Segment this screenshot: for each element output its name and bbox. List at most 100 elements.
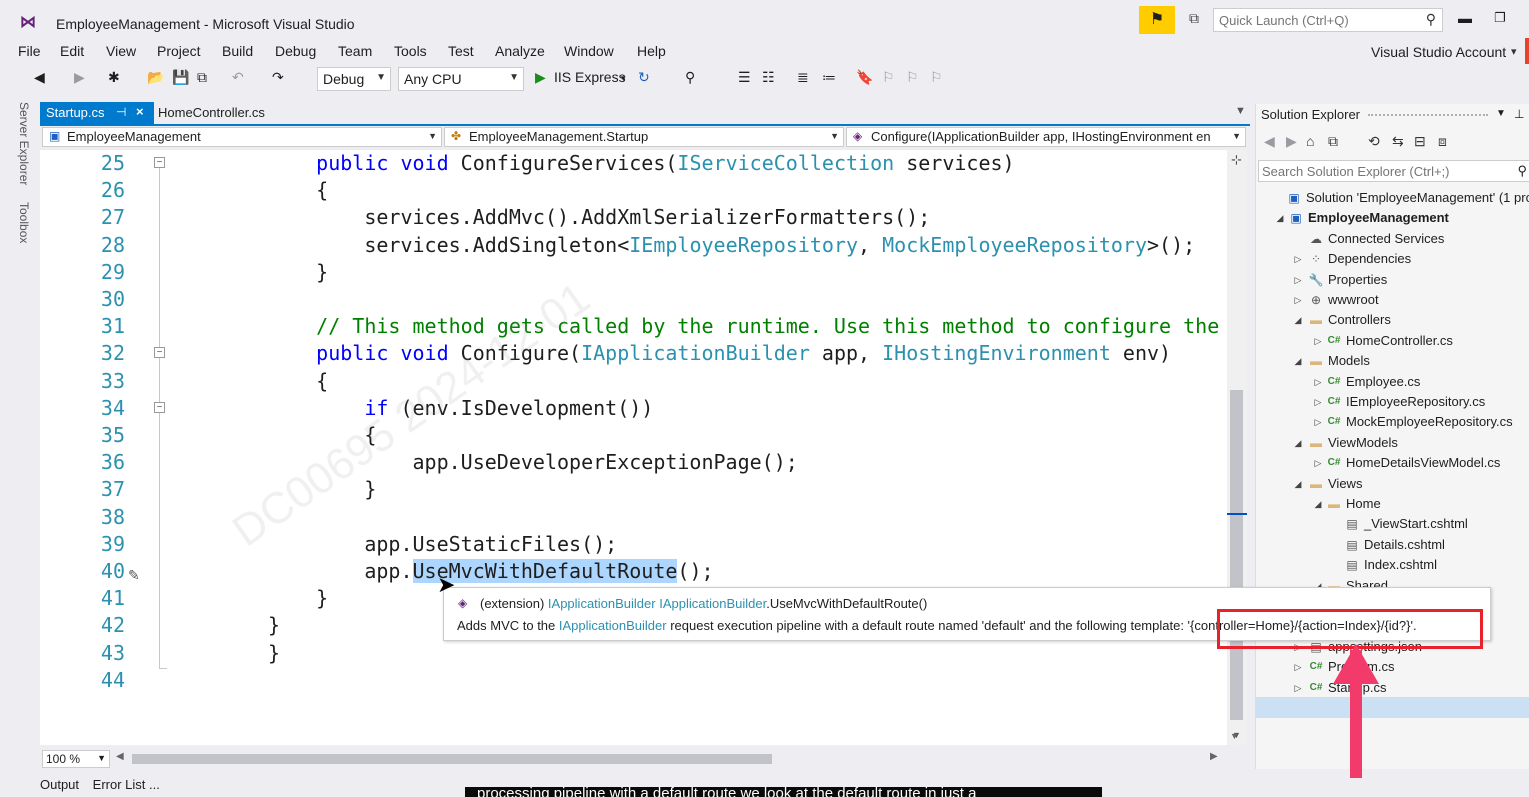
configuration-dropdown[interactable]: Debug ▼ (317, 67, 391, 91)
close-icon[interactable]: × (136, 104, 144, 119)
tree-item[interactable]: ◢ ▬ Views (1256, 474, 1529, 494)
tab-output[interactable]: Output (40, 777, 79, 792)
back-icon[interactable]: ◀ (1264, 133, 1275, 150)
tree-item[interactable]: ▷ 🔧 Properties (1256, 270, 1529, 290)
code-line[interactable]: 44 (40, 667, 1227, 694)
expand-arrow-icon[interactable]: ▷ (1292, 657, 1304, 677)
code-line[interactable]: 26 { (40, 177, 1227, 204)
redo-icon[interactable]: ↷ (272, 69, 284, 86)
scrollbar-thumb[interactable] (1230, 390, 1243, 720)
chevron-down-icon[interactable]: ▼ (1496, 108, 1506, 119)
expand-arrow-icon[interactable]: ▷ (1312, 392, 1324, 412)
save-all-icon[interactable]: ⧉ (197, 69, 207, 86)
collapse-arrow-icon[interactable]: ◢ (1312, 494, 1324, 514)
maximize-button[interactable]: ❐ (1490, 10, 1510, 30)
quick-actions-pencil-icon[interactable]: ✎ (128, 567, 140, 584)
expand-arrow-icon[interactable]: ▷ (1292, 678, 1304, 698)
scroll-right-icon[interactable]: ▶ (1210, 751, 1218, 762)
editor-vertical-scrollbar[interactable]: ⊹ ▼ (1227, 150, 1247, 745)
tree-item[interactable]: ◢ ▬ Models (1256, 351, 1529, 371)
account-label[interactable]: Visual Studio Account (1371, 44, 1506, 60)
tab-overflow-icon[interactable]: ▼ (1235, 105, 1246, 117)
project-dropdown[interactable]: ▣ EmployeeManagement ▼ (42, 127, 442, 147)
code-line[interactable]: 28 services.AddSingleton<IEmployeeReposi… (40, 232, 1227, 259)
tree-item[interactable]: ▷ C# Employee.cs (1256, 372, 1529, 392)
solution-search-input[interactable] (1259, 161, 1499, 181)
indent-icon[interactable]: ≣ (797, 69, 809, 86)
expand-arrow-icon[interactable]: ▷ (1292, 249, 1304, 269)
tree-item[interactable]: ▷ C# HomeController.cs (1256, 331, 1529, 351)
collapse-arrow-icon[interactable]: ◢ (1292, 474, 1304, 494)
quick-launch-input[interactable] (1214, 9, 1414, 31)
tree-item[interactable]: ◢ ▣ EmployeeManagement (1256, 208, 1529, 228)
collapse-arrow-icon[interactable]: ◢ (1274, 208, 1286, 228)
platform-dropdown[interactable]: Any CPU ▼ (398, 67, 524, 91)
chevron-down-icon[interactable]: ▾ (1511, 45, 1517, 58)
find-icon[interactable]: ⚲ (685, 69, 695, 86)
notification-flag-icon[interactable]: ⚑ (1139, 6, 1175, 34)
code-editor[interactable]: 25 − public void ConfigureServices(IServi… (40, 150, 1227, 745)
split-window-icon[interactable]: ⊹ (1231, 152, 1242, 168)
quick-launch-box[interactable]: ⚲ (1213, 8, 1443, 32)
navigate-forward-icon[interactable]: ▶ (74, 69, 85, 86)
pending-changes-icon[interactable]: ⟲ (1368, 133, 1380, 150)
uncomment-icon[interactable]: ☷ (762, 69, 775, 86)
comment-icon[interactable]: ☰ (738, 69, 751, 86)
menu-edit[interactable]: Edit (60, 43, 84, 59)
tab-error-list[interactable]: Error List ... (93, 777, 160, 792)
tree-item[interactable]: ▤ Index.cshtml (1256, 555, 1529, 575)
outdent-icon[interactable]: ≔ (822, 69, 836, 86)
menu-build[interactable]: Build (222, 43, 253, 59)
tree-item[interactable]: ▷C#Program.cs (1256, 657, 1529, 677)
undo-icon[interactable]: ↶ (232, 69, 244, 86)
collapse-icon[interactable]: − (154, 157, 165, 168)
bookmark-icon[interactable]: 🔖 (856, 69, 873, 86)
pin-icon[interactable]: ⊥ (1514, 107, 1524, 121)
scroll-left-icon[interactable]: ◀ (116, 751, 124, 762)
run-target-label[interactable]: IIS Express (554, 69, 626, 85)
tree-item[interactable]: ◢ ▬ Controllers (1256, 310, 1529, 330)
menu-project[interactable]: Project (157, 43, 201, 59)
menu-help[interactable]: Help (637, 43, 666, 59)
tree-item[interactable]: ▤ Details.cshtml (1256, 535, 1529, 555)
menu-analyze[interactable]: Analyze (495, 43, 545, 59)
code-line[interactable]: 40 app.UseMvcWithDefaultRoute(); (40, 558, 1227, 585)
expand-arrow-icon[interactable]: ▷ (1292, 270, 1304, 290)
code-line[interactable]: 31 // This method gets called by the run… (40, 313, 1227, 340)
clear-bookmarks-icon[interactable]: ⚐ (930, 69, 943, 86)
chevron-down-icon[interactable]: ▾ (621, 73, 626, 84)
solution-search-box[interactable]: ⚲ (1258, 160, 1529, 182)
menu-window[interactable]: Window (564, 43, 614, 59)
menu-view[interactable]: View (106, 43, 136, 59)
tree-item[interactable]: ▷ C# MockEmployeeRepository.cs (1256, 412, 1529, 432)
tree-item[interactable]: ▣ Solution 'EmployeeManagement' (1 pro (1256, 188, 1529, 208)
minimize-button[interactable]: ▬ (1455, 10, 1475, 30)
tree-item[interactable]: ▷ C# HomeDetailsViewModel.cs (1256, 453, 1529, 473)
pin-icon[interactable]: ⊣ (116, 105, 126, 119)
new-project-icon[interactable]: ✱ (108, 69, 120, 86)
type-link[interactable]: IApplicationBuilder (548, 596, 656, 611)
expand-arrow-icon[interactable]: ▷ (1312, 453, 1324, 473)
navigate-back-icon[interactable]: ◀ (34, 69, 45, 86)
refresh-icon[interactable]: ↻ (638, 69, 650, 86)
menu-debug[interactable]: Debug (275, 43, 316, 59)
code-line[interactable]: 27 services.AddMvc().AddXmlSerializerFor… (40, 204, 1227, 231)
tab-homecontroller-cs[interactable]: HomeController.cs (158, 105, 265, 120)
menu-tools[interactable]: Tools (394, 43, 427, 59)
expand-arrow-icon[interactable]: ▷ (1312, 412, 1324, 432)
expand-arrow-icon[interactable]: ▷ (1312, 331, 1324, 351)
menu-team[interactable]: Team (338, 43, 372, 59)
scroll-down-icon[interactable]: ▼ (1230, 731, 1239, 741)
tree-item[interactable]: ◢ ▬ Home (1256, 494, 1529, 514)
tree-item[interactable]: ▤ _ViewStart.cshtml (1256, 514, 1529, 534)
menu-test[interactable]: Test (448, 43, 474, 59)
tree-item[interactable]: ◢ ▬ ViewModels (1256, 433, 1529, 453)
code-line[interactable]: 37 } (40, 476, 1227, 503)
switch-views-icon[interactable]: ⧉ (1328, 133, 1338, 150)
code-line[interactable]: 32 − public void Configure(IApplicationBu… (40, 340, 1227, 367)
tab-startup-cs[interactable]: Startup.cs ⊣ × (40, 102, 154, 124)
forward-icon[interactable]: ▶ (1286, 133, 1297, 150)
code-line[interactable]: 34 − if (env.IsDevelopment()) (40, 395, 1227, 422)
collapse-arrow-icon[interactable]: ◢ (1292, 310, 1304, 330)
code-line[interactable]: 39 app.UseStaticFiles(); (40, 531, 1227, 558)
